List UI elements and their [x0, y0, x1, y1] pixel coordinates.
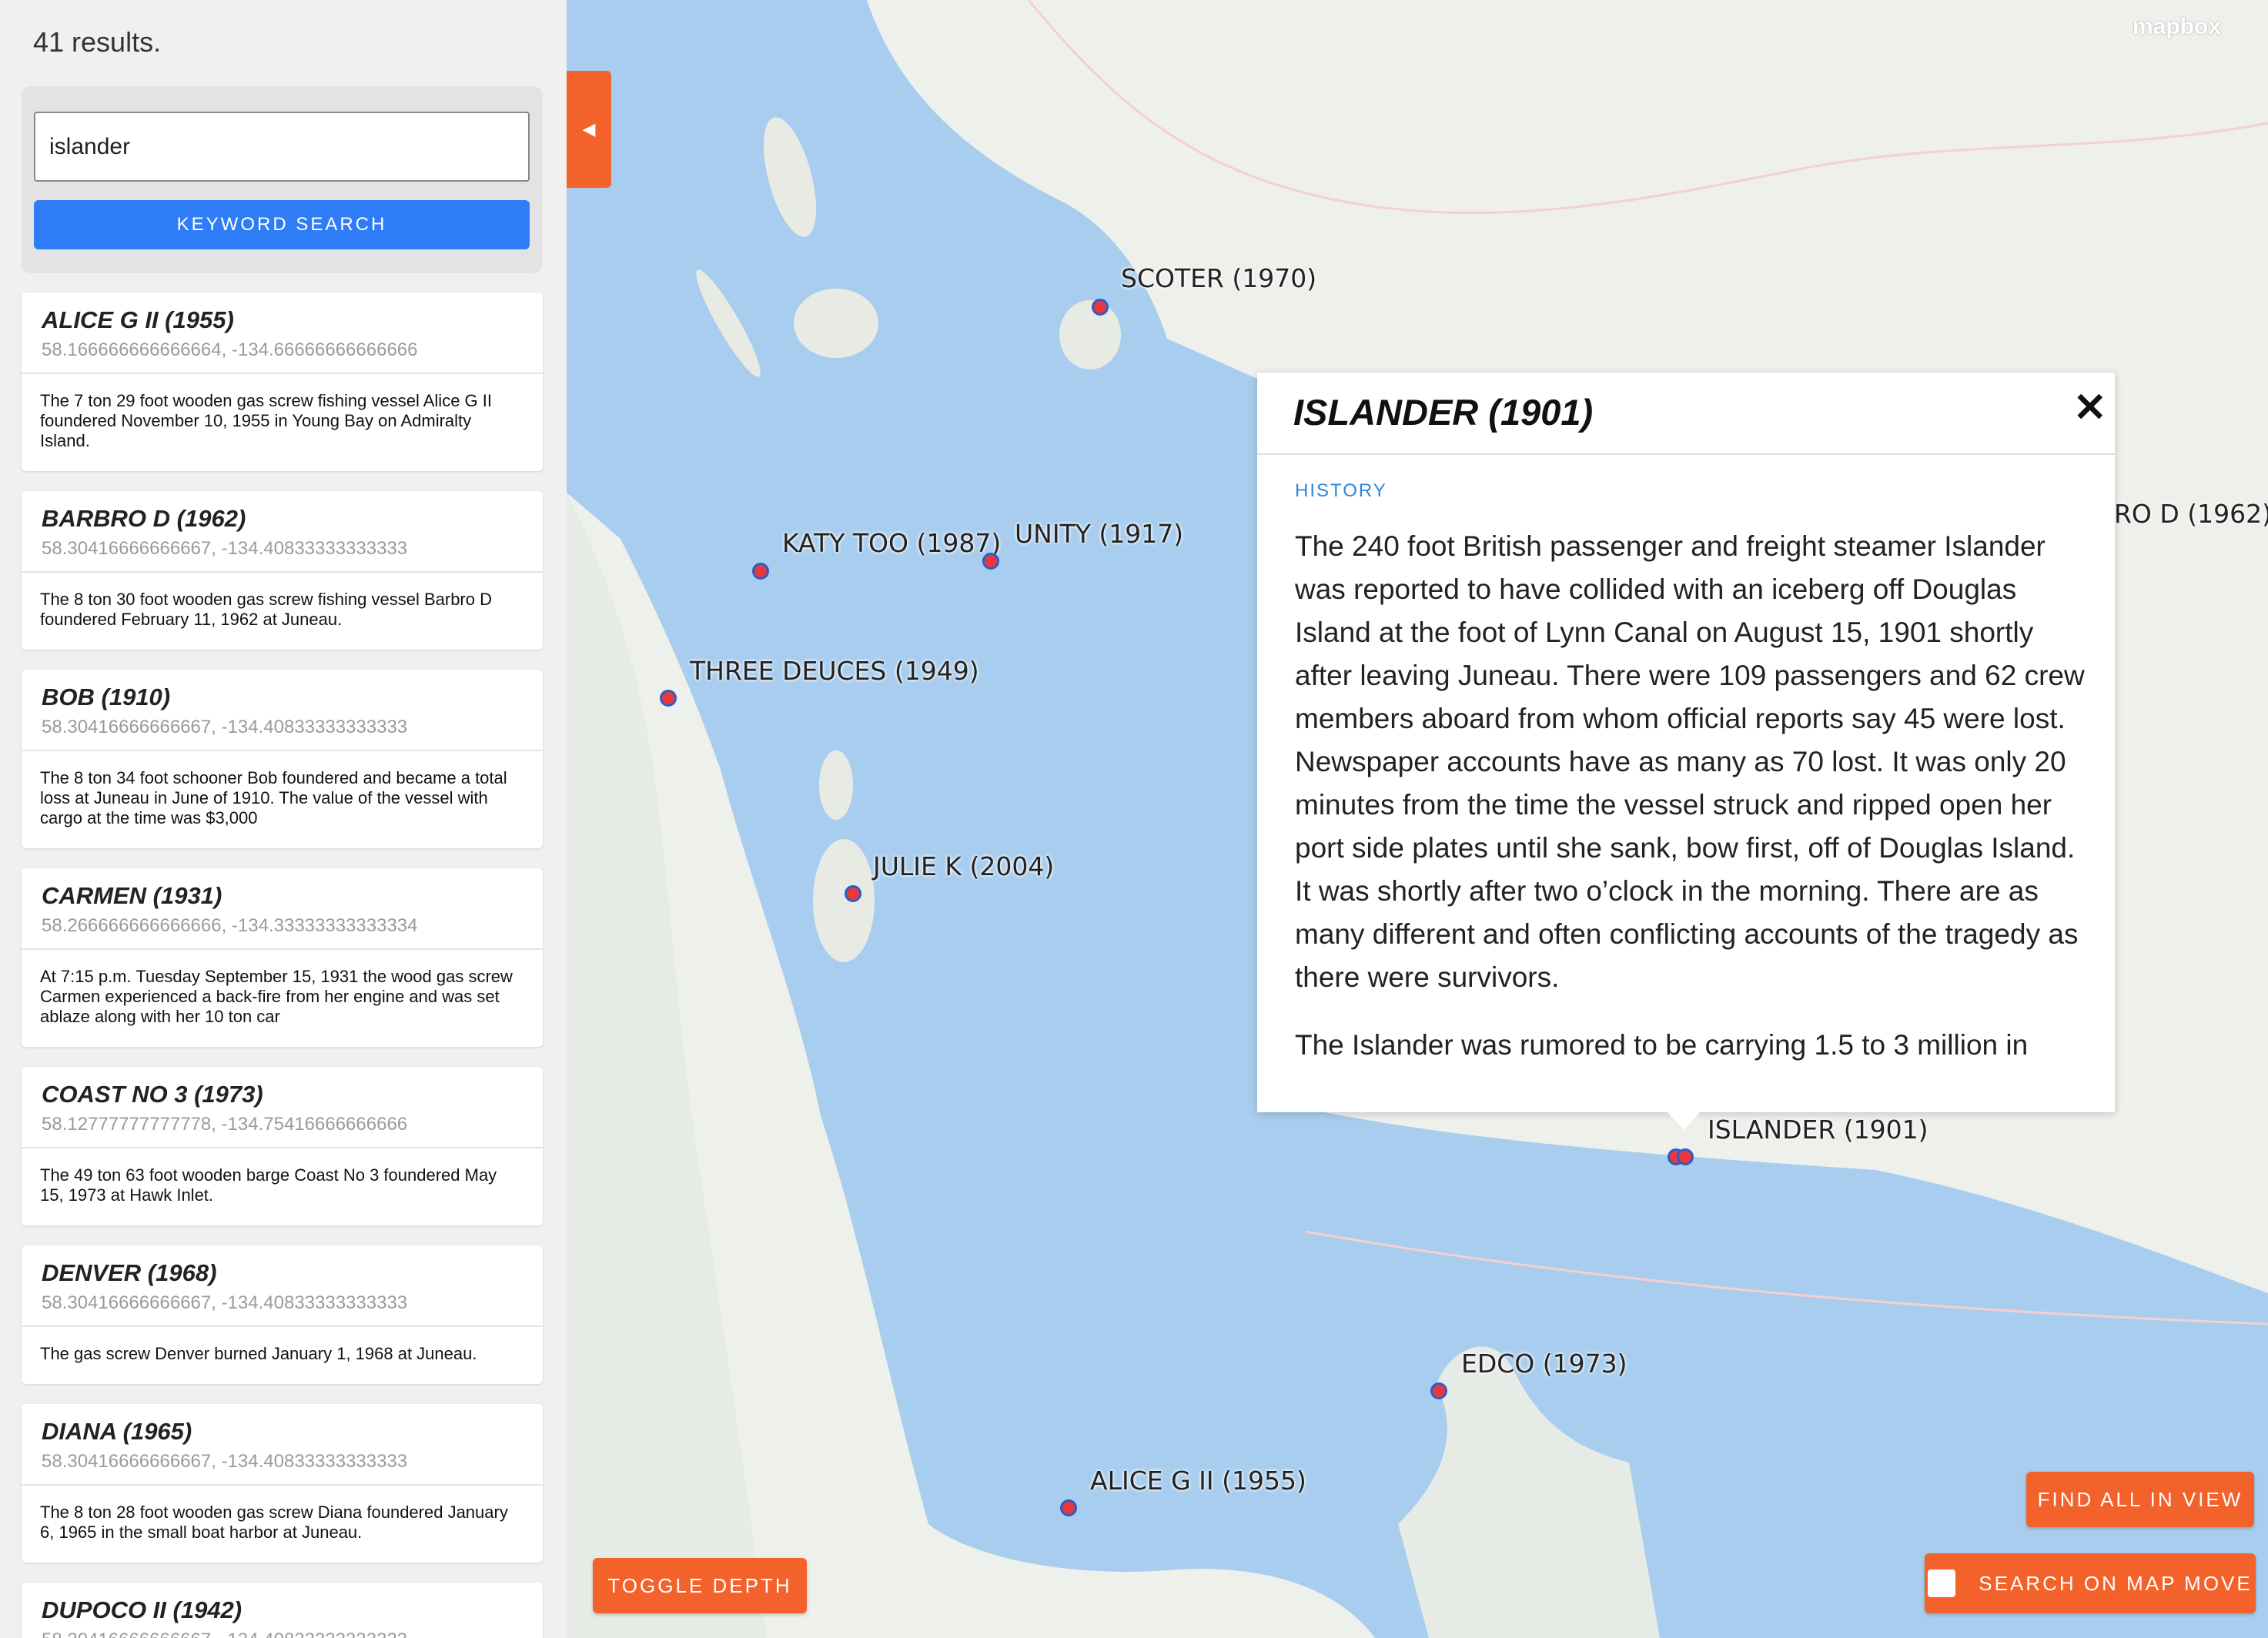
result-title[interactable]: DIANA (1965) [42, 1415, 523, 1449]
marker-islander-2[interactable] [1677, 1148, 1694, 1165]
result-coords: 58.30416666666667, -134.40833333333333 [42, 1292, 408, 1313]
popup-section-label: HISTORY [1295, 480, 1387, 501]
popup-tip [1667, 1112, 1701, 1130]
popup-body[interactable]: The 240 foot British passenger and freig… [1295, 525, 2088, 1112]
marker-label-alice-g-ii[interactable]: ALICE G II (1955) [1090, 1466, 1306, 1496]
marker-label-barbro-d[interactable]: RO D (1962) [2114, 499, 2268, 529]
result-description: The 49 ton 63 foot wooden barge Coast No… [40, 1165, 497, 1205]
toggle-depth-button[interactable]: TOGGLE DEPTH [593, 1558, 807, 1613]
marker-label-scoter[interactable]: SCOTER (1970) [1121, 263, 1316, 293]
result-coords: 58.30416666666667, -134.40833333333333 [42, 1627, 523, 1638]
result-card[interactable]: BARBRO D (1962) 58.30416666666667, -134.4… [22, 491, 543, 650]
marker-katy-too[interactable] [752, 563, 769, 580]
search-on-map-move-label: SEARCH ON MAP MOVE [1979, 1571, 2253, 1595]
popup-header: ISLANDER (1901) ✕ [1257, 373, 2115, 455]
result-card[interactable]: DENVER (1968) 58.30416666666667, -134.408… [22, 1245, 543, 1384]
marker-label-unity[interactable]: UNITY (1917) [1015, 519, 1183, 549]
result-description: The gas screw Denver burned January 1, 1… [40, 1344, 477, 1363]
result-card[interactable]: DIANA (1965) 58.30416666666667, -134.4083… [22, 1404, 543, 1563]
marker-three-deuces[interactable] [660, 690, 677, 707]
result-card[interactable]: DUPOCO II (1942)58.30416666666667, -134.… [22, 1583, 543, 1638]
marker-unity[interactable] [982, 553, 999, 570]
result-card[interactable]: CARMEN (1931) 58.266666666666666, -134.33… [22, 868, 543, 1047]
result-coords: 58.30416666666667, -134.40833333333333 [42, 717, 408, 737]
marker-alice-g-ii[interactable] [1060, 1499, 1077, 1516]
marker-scoter[interactable] [1092, 299, 1109, 316]
result-description: The 8 ton 30 foot wooden gas screw fishi… [40, 590, 492, 629]
result-card[interactable]: ALICE G II (1955) 58.166666666666664, -13… [22, 292, 543, 471]
checkbox[interactable] [1928, 1569, 1956, 1597]
result-title[interactable]: ALICE G II (1955) [42, 303, 523, 337]
result-coords: 58.30416666666667, -134.40833333333333 [42, 538, 408, 559]
popup-title: ISLANDER (1901) [1293, 392, 1594, 433]
result-coords: 58.166666666666664, -134.66666666666666 [42, 339, 418, 360]
search-on-map-move-toggle[interactable]: SEARCH ON MAP MOVE [1925, 1553, 2256, 1613]
result-card[interactable]: BOB (1910) 58.30416666666667, -134.408333… [22, 670, 543, 848]
result-title[interactable]: BOB (1910) [42, 680, 523, 714]
result-description: The 8 ton 28 foot wooden gas screw Diana… [40, 1503, 508, 1542]
result-title[interactable]: DUPOCO II (1942) [42, 1593, 523, 1627]
marker-label-three-deuces[interactable]: THREE DEUCES (1949) [690, 656, 979, 686]
result-title[interactable]: CARMEN (1931) [42, 879, 523, 913]
results-count: 41 results. [33, 26, 162, 58]
search-input[interactable] [34, 112, 530, 182]
result-description: At 7:15 p.m. Tuesday September 15, 1931 … [40, 967, 513, 1026]
find-all-in-view-button[interactable]: FIND ALL IN VIEW [2026, 1472, 2254, 1527]
result-coords: 58.30416666666667, -134.40833333333333 [42, 1451, 408, 1472]
result-title[interactable]: BARBRO D (1962) [42, 502, 523, 536]
collapse-sidebar-button[interactable]: ◀ [567, 71, 611, 188]
result-description: The 8 ton 34 foot schooner Bob foundered… [40, 768, 507, 827]
result-title[interactable]: DENVER (1968) [42, 1256, 523, 1290]
keyword-search-button[interactable]: KEYWORD SEARCH [34, 200, 530, 249]
mapbox-logo: mapbox [2133, 14, 2222, 39]
marker-label-katy-too[interactable]: KATY TOO (1987) [782, 528, 1001, 558]
marker-label-edco[interactable]: EDCO (1973) [1461, 1349, 1627, 1379]
marker-label-julie-k[interactable]: JULIE K (2004) [873, 851, 1054, 881]
marker-label-islander[interactable]: ISLANDER (1901) [1708, 1115, 1928, 1145]
result-description: The 7 ton 29 foot wooden gas screw fishi… [40, 391, 492, 450]
result-coords: 58.12777777777778, -134.75416666666666 [42, 1114, 408, 1135]
result-coords: 58.266666666666666, -134.33333333333334 [42, 915, 418, 936]
popup-paragraph: The 240 foot British passenger and freig… [1295, 530, 2085, 993]
close-icon[interactable]: ✕ [2073, 385, 2107, 431]
popup-paragraph: The Islander was rumored to be carrying … [1295, 1029, 2029, 1061]
shipwreck-popup: ISLANDER (1901) ✕ HISTORY The 240 foot B… [1257, 373, 2115, 1112]
marker-julie-k[interactable] [845, 885, 861, 902]
caret-left-icon: ◀ [582, 119, 596, 139]
result-card[interactable]: COAST NO 3 (1973) 58.12777777777778, -134… [22, 1067, 543, 1225]
results-sidebar: 41 results. KEYWORD SEARCH ALICE G II (1… [0, 0, 567, 1638]
search-panel: KEYWORD SEARCH [22, 86, 543, 273]
result-title[interactable]: COAST NO 3 (1973) [42, 1078, 523, 1112]
marker-edco[interactable] [1430, 1382, 1447, 1399]
